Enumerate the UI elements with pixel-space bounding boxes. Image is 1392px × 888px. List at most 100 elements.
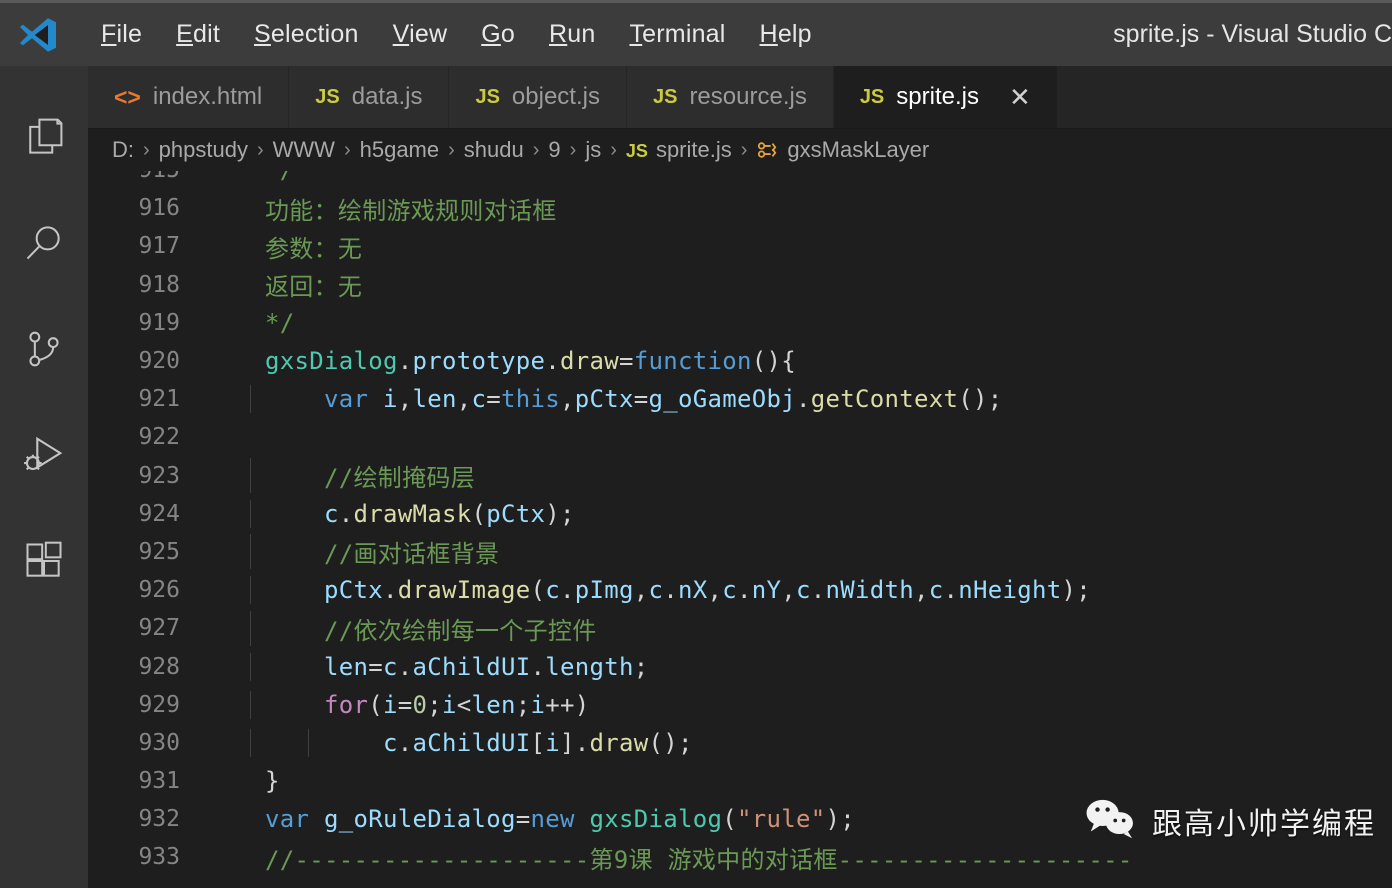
source-control-icon[interactable]	[0, 296, 88, 402]
token-var: pCtx	[574, 385, 634, 414]
code-line[interactable]: 932 var g_oRuleDialog=new gxsDialog("rul…	[88, 800, 1392, 838]
code-line[interactable]: 925 //画对话框背景	[88, 533, 1392, 571]
token-pln: =	[633, 385, 649, 414]
menu-item-go[interactable]: Go	[464, 16, 532, 53]
indent-guide	[308, 728, 309, 757]
line-content: var i,len,c=this,pCtx=g_oGameObj.getCont…	[206, 385, 1392, 414]
token-var: pCtx	[206, 576, 383, 605]
code-line[interactable]: 933 //--------------------第9课 游戏中的对话框---…	[88, 838, 1392, 876]
code-line[interactable]: 921 var i,len,c=this,pCtx=g_oGameObj.get…	[88, 380, 1392, 418]
breadcrumb-item-phpstudy[interactable]: phpstudy	[159, 137, 248, 163]
token-pln: (	[471, 499, 487, 528]
menu-item-help[interactable]: Help	[743, 16, 829, 53]
line-content: */	[206, 309, 1392, 337]
code-line[interactable]: 918 返回：无	[88, 266, 1392, 304]
explorer-icon[interactable]	[0, 84, 88, 190]
tab-sprite-js[interactable]: JS sprite.js ✕	[833, 66, 1058, 128]
token-fn: drawMask	[353, 499, 472, 528]
indent-guide	[250, 690, 251, 719]
token-type: gxsDialog	[574, 805, 723, 834]
code-line[interactable]: 927 //依次绘制每一个子控件	[88, 609, 1392, 647]
breadcrumb-item-9[interactable]: 9	[548, 137, 560, 163]
token-pln: ();	[958, 385, 1003, 414]
tab-resource-js[interactable]: JS resource.js	[626, 66, 834, 128]
code-line[interactable]: 926 pCtx.drawImage(c.pImg,c.nX,c.nY,c.nW…	[88, 571, 1392, 609]
code-line[interactable]: 923 //绘制掩码层	[88, 457, 1392, 495]
code-line[interactable]: 917 参数：无	[88, 227, 1392, 265]
code-line[interactable]: 915 */	[88, 171, 1392, 189]
vscode-logo-icon	[8, 15, 68, 55]
line-content: //画对话框背景	[206, 534, 1392, 570]
tab-label: data.js	[351, 83, 423, 110]
token-pln: =	[515, 805, 531, 834]
token-pln: <	[456, 690, 472, 719]
title-bar: File Edit Selection View Go Run Terminal Help s…	[0, 0, 1392, 66]
token-kw: function	[633, 347, 752, 376]
menu-item-terminal[interactable]: Terminal	[612, 16, 742, 53]
code-line[interactable]: 924 c.drawMask(pCtx);	[88, 495, 1392, 533]
token-pln: ].	[560, 728, 590, 757]
breadcrumb: D: › phpstudy › WWW › h5game › shudu › 9 › js › JS spri…	[88, 129, 1392, 171]
menu-item-file[interactable]: File	[84, 16, 159, 53]
breadcrumb-item-d[interactable]: D:	[112, 137, 134, 163]
tab-data-js[interactable]: JS data.js	[289, 66, 450, 128]
code-line[interactable]: 916 功能：绘制游戏规则对话框	[88, 189, 1392, 227]
code-line[interactable]: 920 gxsDialog.prototype.draw=function(){	[88, 342, 1392, 380]
breadcrumb-item-gxsmasklayer[interactable]: gxsMaskLayer	[756, 137, 929, 163]
menu-item-selection[interactable]: Selection	[237, 16, 376, 53]
token-kw: var	[206, 385, 369, 414]
menu-item-edit[interactable]: Edit	[159, 16, 237, 53]
breadcrumb-item-spritejs[interactable]: JS sprite.js	[626, 137, 732, 163]
close-icon[interactable]: ✕	[1009, 84, 1031, 110]
token-kw: this	[501, 385, 560, 414]
code-line[interactable]: 929 for(i=0;i<len;i++)	[88, 686, 1392, 724]
extensions-icon[interactable]	[0, 508, 88, 614]
token-var: i	[530, 690, 546, 719]
code-editor[interactable]: 915 */916 功能：绘制游戏规则对话框917 参数：无918 返回：无91…	[88, 171, 1392, 888]
breadcrumb-item-js[interactable]: js	[585, 137, 601, 163]
class-symbol-icon	[756, 140, 778, 160]
indent-guide	[250, 728, 251, 757]
run-debug-icon[interactable]	[0, 402, 88, 508]
token-var: c	[796, 576, 811, 605]
token-pln: .	[560, 576, 575, 605]
token-var: len	[471, 690, 516, 719]
tab-index-html[interactable]: <> index.html	[88, 66, 290, 128]
token-var: c	[648, 576, 664, 605]
token-var: c	[722, 576, 737, 605]
token-pln: .	[397, 652, 413, 681]
tab-object-js[interactable]: JS object.js	[449, 66, 627, 128]
line-content: for(i=0;i<len;i++)	[206, 690, 1392, 719]
window-title: sprite.js - Visual Studio C	[1113, 20, 1392, 48]
token-var: pImg	[574, 576, 634, 605]
code-line[interactable]: 931 }	[88, 762, 1392, 800]
search-icon[interactable]	[0, 190, 88, 296]
indent-guide	[250, 385, 251, 414]
breadcrumb-item-www[interactable]: WWW	[273, 137, 335, 163]
code-line[interactable]: 919 */	[88, 304, 1392, 342]
menu-accesskey: H	[759, 20, 778, 48]
menu-item-label: erminal	[642, 20, 726, 48]
breadcrumb-item-h5game[interactable]: h5game	[360, 137, 440, 163]
token-com: 返回：无	[206, 273, 363, 302]
line-number: 923	[138, 462, 180, 489]
code-line[interactable]: 928 len=c.aChildUI.length;	[88, 647, 1392, 685]
menu-item-view[interactable]: View	[376, 16, 465, 53]
line-content: //依次绘制每一个子控件	[206, 610, 1392, 646]
editor-group: <> index.html JS data.js JS object.js JS resour…	[88, 66, 1392, 888]
token-pln: ,	[707, 576, 723, 605]
token-pln: .	[397, 347, 413, 376]
tab-label: resource.js	[689, 83, 807, 110]
code-line[interactable]: 922	[88, 418, 1392, 456]
line-number: 918	[138, 271, 180, 298]
menu-item-label: iew	[409, 20, 448, 48]
token-pln: .	[383, 576, 398, 605]
token-var: nX	[678, 576, 708, 605]
token-pln: =	[619, 347, 634, 376]
breadcrumb-item-shudu[interactable]: shudu	[464, 137, 524, 163]
code-line[interactable]: 930 c.aChildUI[i].draw();	[88, 724, 1392, 762]
menu-accesskey: R	[548, 20, 568, 48]
token-var: pCtx	[486, 499, 546, 528]
menu-item-run[interactable]: Run	[532, 16, 612, 53]
line-number: 921	[138, 386, 180, 413]
